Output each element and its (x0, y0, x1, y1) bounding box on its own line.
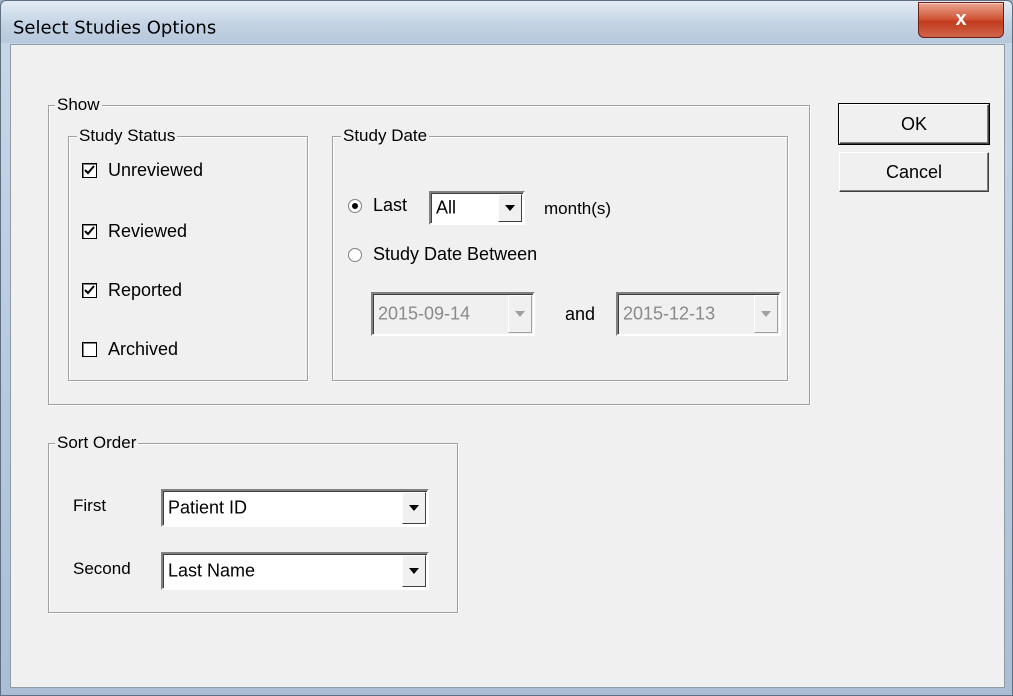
chevron-down-icon[interactable] (402, 492, 426, 524)
archived-label: Archived (108, 339, 179, 359)
last-months-value: All (436, 197, 457, 218)
sort-order-group: Sort Order First Patient ID Second Last … (48, 432, 458, 613)
show-group: Show Study Status Unreviewed Reviewed Re… (48, 94, 810, 405)
first-sort-label: First (73, 496, 107, 515)
ok-label: OK (900, 114, 927, 134)
cancel-label: Cancel (885, 162, 943, 182)
from-date-picker[interactable]: 2015-09-14 (371, 292, 535, 336)
second-sort-select[interactable]: Last Name (161, 552, 429, 590)
checkbox-unreviewed[interactable]: Unreviewed (82, 160, 203, 181)
archived-checkbox[interactable] (82, 342, 97, 357)
radio-last-months[interactable]: Last (348, 195, 407, 216)
second-sort-value: Last Name (168, 560, 256, 581)
check-icon (84, 165, 95, 175)
reported-label: Reported (108, 280, 183, 300)
study-date-label: Study Date (341, 125, 430, 147)
checkbox-archived[interactable]: Archived (82, 339, 178, 360)
unreviewed-checkbox[interactable] (82, 163, 97, 178)
last-months-select[interactable]: All (429, 191, 525, 225)
first-sort-select[interactable]: Patient ID (161, 489, 429, 527)
chevron-down-icon[interactable] (508, 295, 532, 333)
show-group-label: Show (55, 94, 102, 116)
chevron-down-icon[interactable] (402, 555, 426, 587)
ok-button[interactable]: OK (838, 103, 990, 145)
cancel-button[interactable]: Cancel (839, 152, 989, 192)
first-sort-value: Patient ID (168, 497, 248, 518)
radio-date-between[interactable]: Study Date Between (348, 244, 537, 265)
check-icon (84, 285, 95, 295)
checkbox-reviewed[interactable]: Reviewed (82, 221, 187, 242)
dialog-client-area: Show Study Status Unreviewed Reviewed Re… (10, 44, 1005, 688)
from-date-value: 2015-09-14 (378, 303, 471, 324)
sort-order-label: Sort Order (55, 432, 139, 454)
chevron-down-icon[interactable] (498, 194, 522, 222)
date-between-radio[interactable] (348, 247, 362, 262)
chevron-down-icon[interactable] (754, 295, 778, 333)
last-label: Last (373, 195, 408, 215)
last-months-radio[interactable] (348, 198, 362, 213)
dialog-title: Select Studies Options (13, 17, 217, 39)
study-status-group: Study Status Unreviewed Reviewed Reporte… (68, 125, 308, 381)
study-status-label: Study Status (77, 125, 178, 147)
close-icon: x (955, 8, 967, 30)
title-bar[interactable]: Select Studies Options x (1, 1, 1012, 43)
second-sort-label: Second (73, 559, 131, 578)
study-date-group: Study Date Last All month(s) Study Date … (332, 125, 788, 381)
to-date-value: 2015-12-13 (623, 303, 716, 324)
reviewed-label: Reviewed (108, 221, 188, 241)
and-label: and (565, 304, 596, 324)
date-between-label: Study Date Between (373, 244, 538, 264)
checkbox-reported[interactable]: Reported (82, 280, 182, 301)
to-date-picker[interactable]: 2015-12-13 (616, 292, 781, 336)
months-label: month(s) (544, 199, 612, 218)
check-icon (84, 226, 95, 236)
reported-checkbox[interactable] (82, 283, 97, 298)
unreviewed-label: Unreviewed (108, 160, 204, 180)
reviewed-checkbox[interactable] (82, 224, 97, 239)
close-button[interactable]: x (918, 2, 1004, 38)
dialog-window: Select Studies Options x Show Study Stat… (0, 0, 1013, 696)
